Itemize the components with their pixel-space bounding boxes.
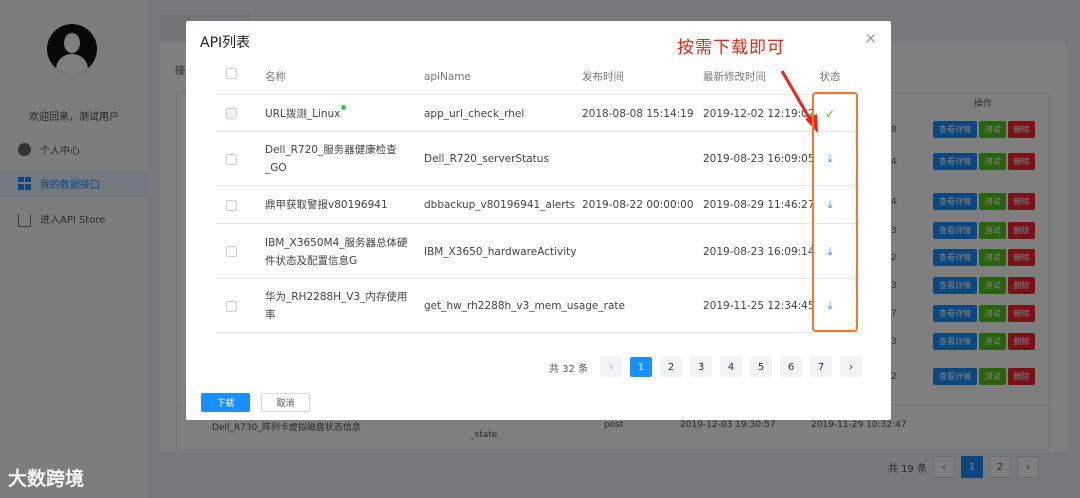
modified-time-cell: 2019-08-23 16:09:05 [703,153,815,165]
prev-page-button[interactable]: ‹ [600,357,623,377]
api-id-cell: Dell_R720_serverStatus [424,153,549,165]
api-name: Dell_R720_服务器健康检查_GO [265,144,397,174]
page-button[interactable]: 7 [810,357,833,377]
api-id-cell: IBM_X3650_hardwareActivity [424,245,577,258]
page-button[interactable]: 2 [660,357,683,377]
download-button[interactable]: 下载 [201,393,250,412]
next-page-button[interactable]: › [840,357,863,377]
annotation-text: 按需下载即可 [677,38,785,58]
api-list-modal: API列表 × 按需下载即可 名称 apiName 发布时间 最新修改时间 状态… [186,21,891,420]
row-checkbox[interactable] [226,224,240,279]
page-button[interactable]: 6 [780,357,803,377]
table-row[interactable]: Dell_R720_服务器健康检查_GO Dell_R720_serverStat… [216,132,860,186]
table-row[interactable]: URL拨测_Linux app_url_check_rhel 2018-08-08 … [216,95,860,132]
close-icon[interactable]: × [864,29,877,47]
page-button[interactable]: 3 [690,357,713,377]
online-dot-icon [341,105,347,110]
column-header-published: 发布时间 [582,71,624,83]
api-name-cell: URL拨测_Linux [265,95,415,132]
api-name: 华为_RH2288H_V3_内存使用率 [265,291,408,321]
page-button[interactable]: 4 [720,357,743,377]
modified-time-cell: 2019-08-23 16:09:14 [703,245,815,258]
modified-time-cell: 2019-11-25 12:34:45 [703,300,815,312]
page-button[interactable]: 5 [750,357,773,377]
modal-title: API列表 [200,35,251,51]
published-time-cell [582,224,702,279]
api-grid: 名称 apiName 发布时间 最新修改时间 状态 URL拨测_Linux app… [216,59,860,333]
api-id-cell: get_hw_rh2288h_v3_mem_usage_rate [424,300,625,312]
watermark-logo: 大数跨境 [8,468,85,490]
row-checkbox[interactable] [226,279,240,333]
modified-time-cell: 2019-08-29 11:46:27 [703,199,815,211]
row-checkbox[interactable] [226,132,240,186]
api-id-cell: dbbackup_v80196941_alerts [424,199,576,211]
column-header-api: apiName [424,71,471,83]
api-name-cell: 华为_RH2288H_V3_内存使用率 [265,279,415,333]
cancel-button[interactable]: 取消 [261,393,310,412]
published-time-cell: 2019-08-22 00:00:00 [582,199,694,211]
api-id-cell: app_url_check_rhel [424,107,525,120]
page-button[interactable]: 1 [630,357,653,377]
select-all-checkbox[interactable] [226,68,240,79]
api-name-cell: 鼎甲获取警报v80196941 [265,186,415,224]
api-name: IBM_X3650M4_服务器总体硬件状态及配置信息G [265,236,408,267]
row-checkbox[interactable] [226,186,240,224]
api-name-cell: IBM_X3650M4_服务器总体硬件状态及配置信息G [265,224,415,279]
table-row[interactable]: IBM_X3650M4_服务器总体硬件状态及配置信息G IBM_X3650_har… [216,224,860,279]
published-time-cell: 2018-08-08 15:14:19 [582,107,694,120]
published-time-cell [582,279,702,333]
pagination-total: 共 32 条 [549,363,589,375]
published-time-cell [582,132,702,186]
api-name-cell: Dell_R720_服务器健康检查_GO [265,132,415,186]
table-row[interactable]: 鼎甲获取警报v80196941 dbbackup_v80196941_alerts… [216,186,860,224]
modal-pagination: 共 32 条 ‹ 1 2 3 4 5 6 7 › [549,357,863,377]
api-name: URL拨测_Linux [265,107,341,120]
annotation-highlight [812,92,858,332]
api-name: 鼎甲获取警报v80196941 [265,199,388,211]
grid-header: 名称 apiName 发布时间 最新修改时间 状态 [216,59,860,95]
table-row[interactable]: 华为_RH2288H_V3_内存使用率 get_hw_rh2288h_v3_mem… [216,279,860,333]
row-checkbox[interactable] [226,95,240,132]
column-header-name: 名称 [265,71,286,83]
